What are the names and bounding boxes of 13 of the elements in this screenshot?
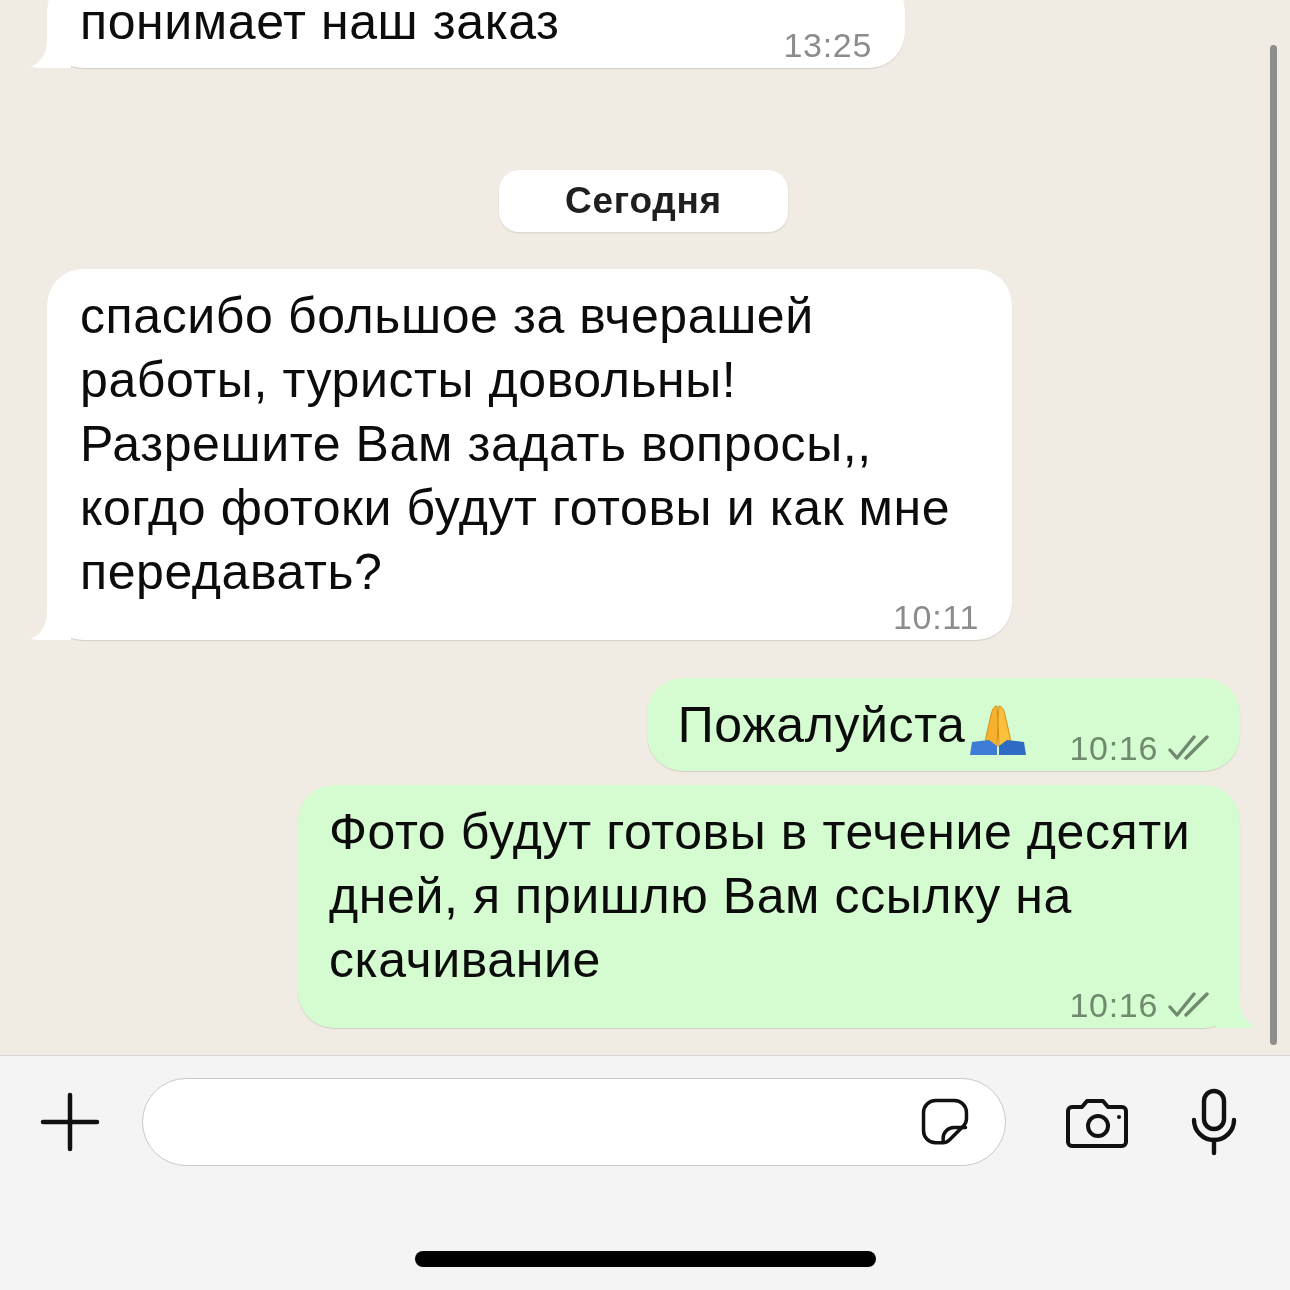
message-time: 13:25 <box>783 29 872 61</box>
message-text: понимает наш заказ <box>80 0 560 50</box>
message-text: спасибо большое за вчерашей работы, туристы довольны! Разрешите Вам задать вопросы,, когдо фотоки будут готовы и как мне передавать? <box>80 288 951 600</box>
plus-icon <box>40 1092 100 1152</box>
add-attachment-button[interactable] <box>40 1092 100 1152</box>
message-time: 10:16 <box>1069 732 1158 764</box>
date-chip: Сегодня <box>499 170 788 232</box>
message-text: Фото будут готовы в течение десяти дней, я пришлю Вам ссылку на скачивание <box>329 804 1191 988</box>
message-text: Пожалуйста <box>677 697 966 753</box>
microphone-button[interactable] <box>1190 1088 1238 1156</box>
microphone-icon <box>1190 1088 1238 1156</box>
message-time: 10:11 <box>893 601 979 633</box>
message-time: 10:16 <box>1069 989 1158 1021</box>
